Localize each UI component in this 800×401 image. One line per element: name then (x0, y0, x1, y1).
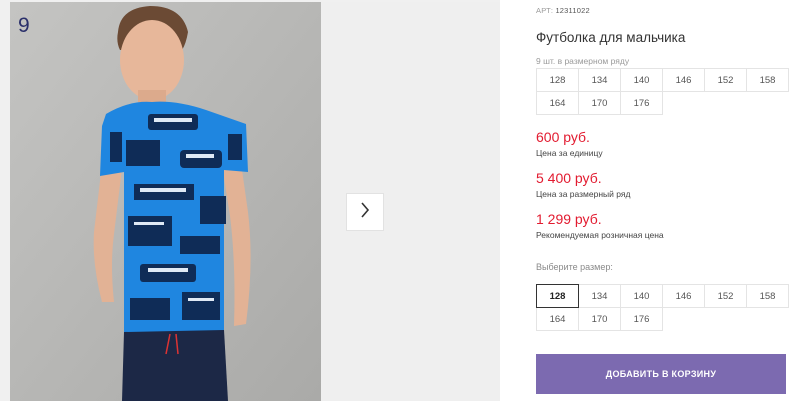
size-option[interactable]: 134 (578, 284, 621, 308)
unit-price-note: Цена за единицу (536, 148, 603, 158)
size-option[interactable]: 158 (746, 284, 789, 308)
product-photo (10, 2, 321, 401)
pack-price-note: Цена за размерный ряд (536, 189, 631, 199)
pack-size-cell: 128 (536, 68, 579, 92)
size-selector: 128 134 140 146 152 158 164 170 176 (536, 284, 789, 331)
pack-size-cell: 140 (620, 68, 663, 92)
pack-size-cell: 170 (578, 91, 621, 115)
next-image-button[interactable] (346, 193, 384, 231)
size-option[interactable]: 176 (620, 307, 663, 331)
article-number: АРТ: 12311022 (536, 6, 590, 15)
retail-price: 1 299 руб. (536, 211, 602, 227)
pack-size-cell: 158 (746, 68, 789, 92)
pack-size-grid: 128 134 140 146 152 158 164 170 176 (536, 68, 789, 115)
pack-info: 9 шт. в размерном ряду (536, 56, 630, 66)
article-label: АРТ: (536, 6, 554, 15)
boy-in-tshirt-image (10, 2, 321, 401)
size-option[interactable]: 152 (704, 284, 747, 308)
size-option[interactable]: 146 (662, 284, 705, 308)
unit-price: 600 руб. (536, 129, 590, 145)
pack-size-cell: 134 (578, 68, 621, 92)
size-option[interactable]: 164 (536, 307, 579, 331)
pack-price: 5 400 руб. (536, 170, 602, 186)
pack-size-cell: 164 (536, 91, 579, 115)
pack-size-cell: 152 (704, 68, 747, 92)
image-index: 9 (18, 14, 30, 37)
product-title: Футболка для мальчика (536, 30, 686, 45)
article-value: 12311022 (555, 6, 590, 15)
choose-size-label: Выберите размер: (536, 262, 613, 272)
product-gallery: 9 (0, 0, 500, 401)
size-option[interactable]: 128 (536, 284, 579, 308)
size-option[interactable]: 140 (620, 284, 663, 308)
retail-price-note: Рекомендуемая розничная цена (536, 230, 664, 240)
chevron-right-icon (360, 201, 370, 223)
pack-size-cell: 146 (662, 68, 705, 92)
pack-size-cell: 176 (620, 91, 663, 115)
add-to-cart-button[interactable]: ДОБАВИТЬ В КОРЗИНУ (536, 354, 786, 394)
size-option[interactable]: 170 (578, 307, 621, 331)
